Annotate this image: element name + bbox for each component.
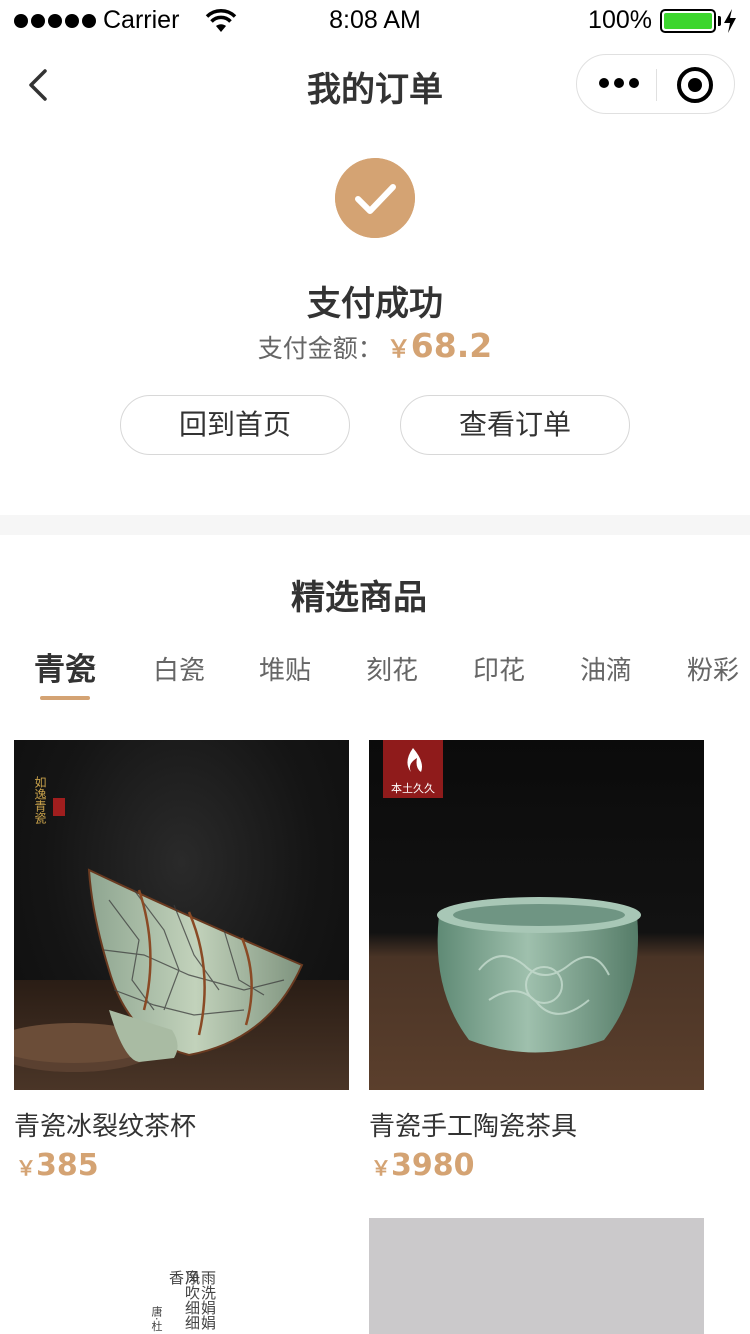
active-tab-indicator [40, 696, 90, 700]
payment-amount-label: 支付金额： [257, 334, 383, 363]
payment-amount-value: 68.2 [410, 326, 493, 365]
tab-qingci[interactable]: 青瓷 [34, 644, 96, 689]
section-divider [0, 515, 750, 535]
product-price-value: 3980 [391, 1148, 475, 1183]
tab-baici[interactable]: 白瓷 [153, 650, 205, 687]
battery-percent: 100% [588, 6, 652, 34]
featured-section-title: 精选商品 [291, 578, 427, 618]
category-tabs: 青瓷 白瓷 堆贴 刻花 印花 油滴 粉彩 [0, 640, 750, 710]
product-price: ￥385 [16, 1148, 99, 1183]
poem-author: 唐·杜 [150, 1306, 163, 1332]
tab-youdi[interactable]: 油滴 [580, 650, 632, 687]
payment-amount-row: 支付金额： ￥68.2 [0, 326, 750, 365]
celadon-pot-illustration: 本土久久 [383, 740, 641, 1053]
tab-kehua[interactable]: 刻花 [366, 650, 418, 687]
status-bar: Carrier 8:08 AM 100% [0, 0, 750, 42]
tab-duitie[interactable]: 堆贴 [259, 650, 311, 687]
product-price-value: 385 [36, 1148, 99, 1183]
product-card[interactable]: 雨洗娟娟净 风吹细细香 唐·杜 [14, 1218, 349, 1334]
view-order-button[interactable]: 查看订单 [400, 395, 630, 455]
product-name[interactable]: 青瓷手工陶瓷茶具 [369, 1106, 577, 1143]
product-name[interactable]: 青瓷冰裂纹茶杯 [14, 1106, 196, 1143]
product-currency: ￥ [371, 1156, 391, 1180]
battery-icon [660, 9, 716, 33]
more-options-icon[interactable] [599, 78, 639, 88]
currency-symbol: ￥ [386, 335, 411, 363]
brand-seal: 如逸青瓷 [33, 775, 65, 824]
product-image[interactable]: 如逸青瓷 [14, 740, 349, 1090]
tab-fencai[interactable]: 粉彩 [687, 650, 739, 687]
tab-yinhua[interactable]: 印花 [473, 650, 525, 687]
miniprogram-capsule [576, 54, 735, 114]
back-home-button[interactable]: 回到首页 [120, 395, 350, 455]
product-price: ￥3980 [371, 1148, 475, 1183]
success-check-icon [335, 158, 415, 238]
svg-text:如逸青瓷: 如逸青瓷 [33, 775, 47, 824]
product-card[interactable] [369, 1218, 704, 1334]
capsule-divider [656, 69, 657, 101]
close-miniprogram-icon[interactable] [677, 67, 713, 103]
payment-status-title: 支付成功 [307, 284, 443, 324]
svg-text:本土久久: 本土久久 [391, 781, 435, 795]
poem-line: 风吹细细香 [167, 1270, 201, 1330]
navigation-bar: 我的订单 [0, 42, 750, 128]
crackle-teacup-illustration: 如逸青瓷 [14, 775, 349, 1090]
product-currency: ￥ [16, 1156, 36, 1180]
product-image[interactable]: 本土久久 [369, 740, 704, 1090]
charging-bolt-icon [724, 9, 736, 33]
battery-tip [718, 16, 721, 26]
